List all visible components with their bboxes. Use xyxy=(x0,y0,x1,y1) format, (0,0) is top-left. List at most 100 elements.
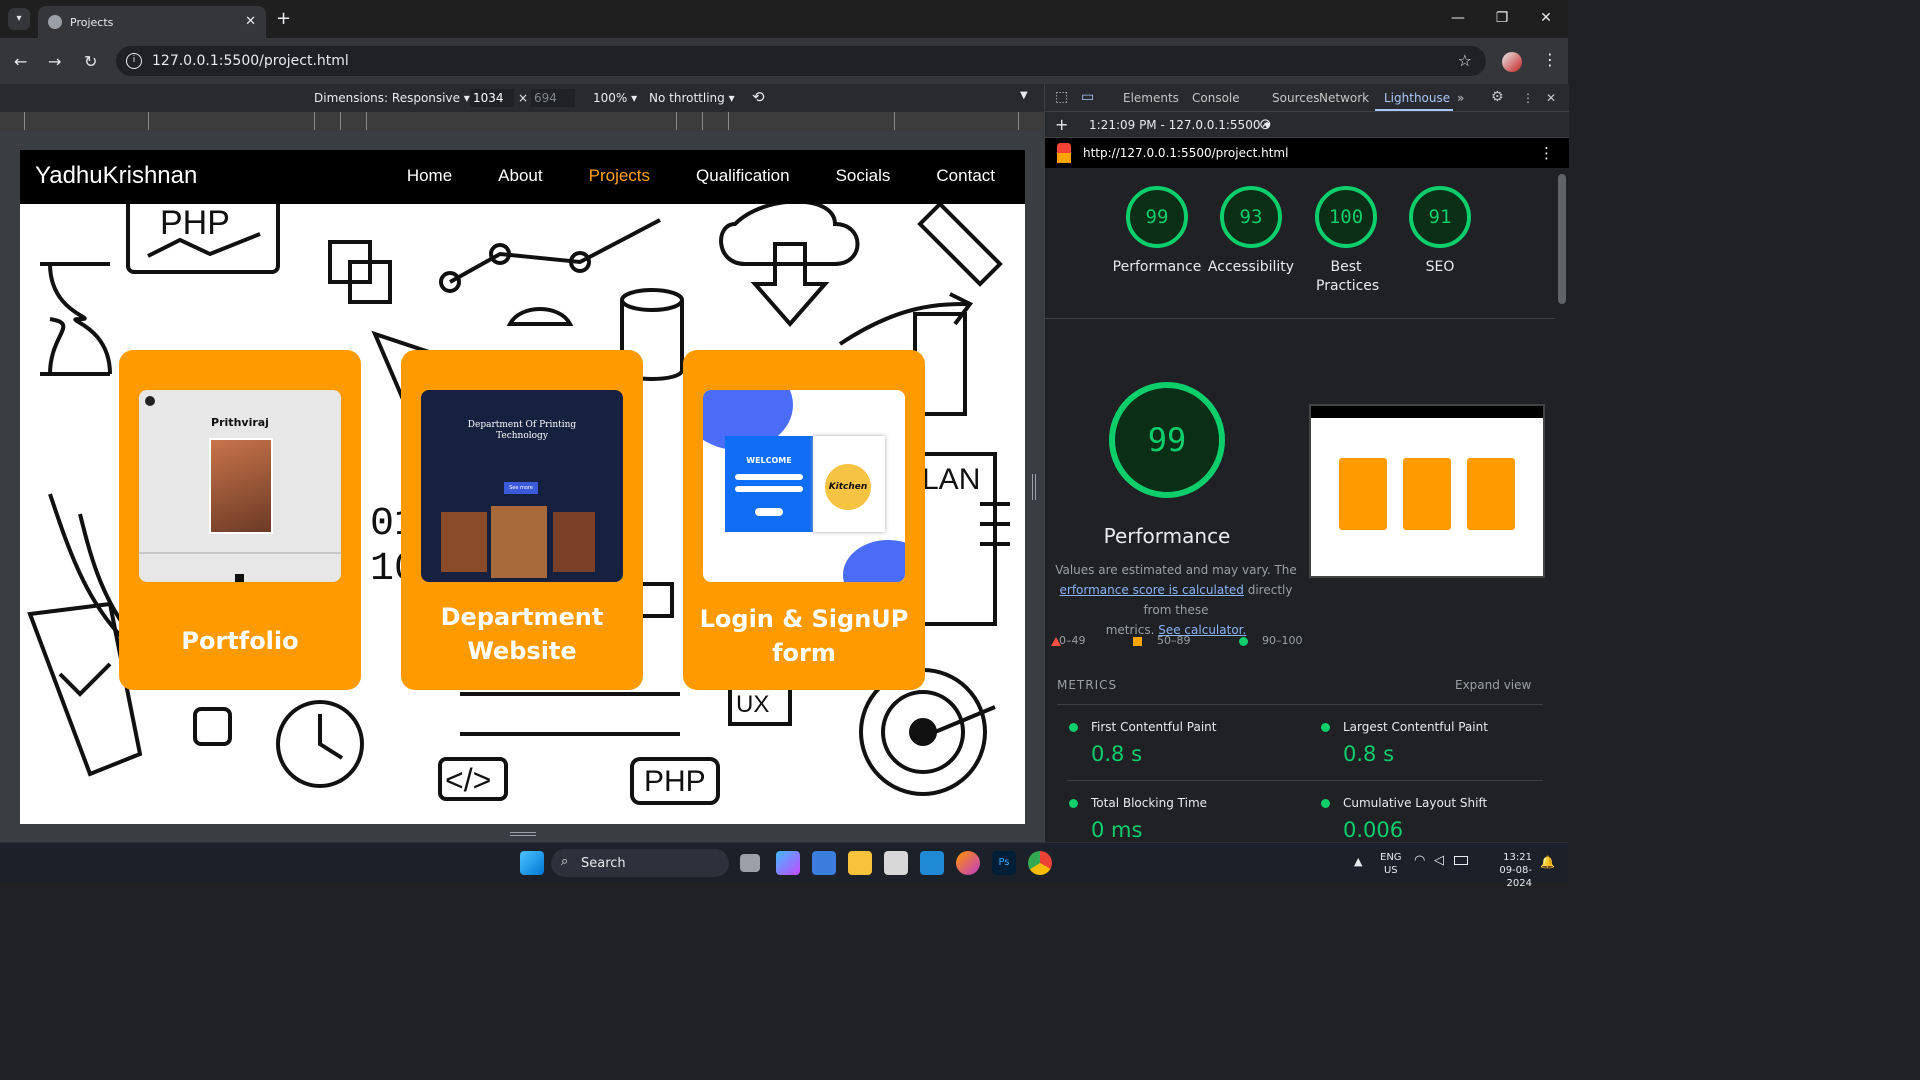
score-calculated-link[interactable]: erformance score is calculated xyxy=(1060,583,1244,597)
taskbar-search[interactable]: ⌕ Search xyxy=(551,849,729,877)
doodle-php-top: PHP xyxy=(160,204,230,242)
expand-view-toggle[interactable]: Expand view xyxy=(1455,678,1531,692)
store-icon[interactable] xyxy=(812,851,836,875)
doodle-php-bottom: PHP xyxy=(644,765,706,798)
new-tab-button[interactable]: + xyxy=(276,8,291,29)
back-icon[interactable]: ← xyxy=(14,52,27,71)
task-view-icon[interactable] xyxy=(740,854,760,872)
devtools-menu-icon[interactable]: ⋮ xyxy=(1522,91,1534,105)
zoom-select[interactable]: 100% ▾ xyxy=(593,91,637,105)
report-url[interactable]: http://127.0.0.1:5500/project.html xyxy=(1083,146,1288,160)
metric-cls: Cumulative Layout Shift 0.006 xyxy=(1319,796,1539,842)
restore-button[interactable]: ❐ xyxy=(1492,10,1512,26)
throttling-select[interactable]: No throttling ▾ xyxy=(649,91,735,105)
reload-icon[interactable]: ↻ xyxy=(84,52,97,71)
tab-search-button[interactable]: ▾ xyxy=(8,8,30,30)
tab-network[interactable]: Network xyxy=(1319,91,1369,105)
browser-menu-icon[interactable]: ⋮ xyxy=(1542,50,1558,69)
nav-about[interactable]: About xyxy=(498,166,542,186)
report-selector[interactable]: 1:21:09 PM - 127.0.0.1:5500 ▾ xyxy=(1089,118,1270,132)
nav-qualification[interactable]: Qualification xyxy=(696,166,790,186)
metric-value: 0.8 s xyxy=(1343,742,1395,766)
metric-name: Total Blocking Time xyxy=(1067,796,1287,810)
tab-console[interactable]: Console xyxy=(1192,91,1240,105)
copilot-icon[interactable] xyxy=(776,851,800,875)
final-screenshot[interactable] xyxy=(1309,404,1545,578)
metric-lcp: Largest Contentful Paint 0.8 s xyxy=(1319,720,1539,766)
gauge-performance[interactable]: 99 Performance xyxy=(1112,186,1202,277)
nav-home[interactable]: Home xyxy=(407,166,452,186)
close-window-button[interactable]: ✕ xyxy=(1536,10,1556,26)
resize-handle-bottom[interactable] xyxy=(510,832,536,836)
department-thumb-button: See more xyxy=(504,482,538,494)
language-indicator[interactable]: ENG US xyxy=(1380,851,1402,877)
more-tabs-icon[interactable]: » xyxy=(1457,91,1464,105)
building-photo-3 xyxy=(553,512,595,572)
score-ring: 93 xyxy=(1220,186,1282,248)
project-card-department[interactable]: Department Of Printing Technology See mo… xyxy=(401,350,643,690)
dimensions-select[interactable]: Dimensions: Responsive ▾ xyxy=(314,91,470,105)
gauge-best-practices[interactable]: 100 Best Practices xyxy=(1301,186,1391,296)
gauge-accessibility[interactable]: 93 Accessibility xyxy=(1206,186,1296,277)
start-icon[interactable] xyxy=(520,851,544,875)
width-input[interactable]: 1034 xyxy=(470,89,514,107)
windows-taskbar: ⌕ Search Ps ▲ ENG US ◠ ◁ 13:21 09-08-202… xyxy=(0,842,1568,889)
rotate-icon[interactable]: ⟲ xyxy=(752,88,765,106)
note-text-3: metrics. xyxy=(1105,623,1155,637)
nav-socials[interactable]: Socials xyxy=(836,166,891,186)
new-report-icon[interactable]: + xyxy=(1055,115,1068,134)
nav-contact[interactable]: Contact xyxy=(936,166,995,186)
close-tab-icon[interactable]: ✕ xyxy=(245,14,256,29)
note-text-1: Values are estimated and may vary. The xyxy=(1055,563,1297,577)
chrome-icon[interactable] xyxy=(1028,851,1052,875)
report-scrollbar[interactable] xyxy=(1555,168,1569,842)
photoshop-icon[interactable]: Ps xyxy=(992,851,1016,875)
gauge-label: Accessibility xyxy=(1207,259,1295,275)
site-brand[interactable]: YadhuKrishnan xyxy=(35,162,197,190)
device-toggle-icon[interactable]: ▭ xyxy=(1081,89,1094,105)
file-explorer-icon[interactable] xyxy=(848,851,872,875)
unity-icon[interactable] xyxy=(884,851,908,875)
login-thumbnail: WELCOME Kitchen xyxy=(703,390,905,582)
address-bar[interactable]: i 127.0.0.1:5500/project.html ☆ xyxy=(116,46,1486,76)
clear-reports-icon[interactable]: ⊘ xyxy=(1259,115,1272,133)
tab-lighthouse[interactable]: Lighthouse xyxy=(1384,91,1450,105)
scrollbar-thumb[interactable] xyxy=(1558,174,1566,304)
project-card-login[interactable]: WELCOME Kitchen Login & SignUP form xyxy=(683,350,925,690)
height-input[interactable]: 694 xyxy=(531,89,575,107)
bookmark-star-icon[interactable]: ☆ xyxy=(1458,51,1472,70)
resize-handle-right[interactable] xyxy=(1032,474,1036,500)
gauge-seo[interactable]: 91 SEO xyxy=(1395,186,1485,277)
site-info-icon[interactable]: i xyxy=(126,53,142,69)
tab-sources[interactable]: Sources xyxy=(1272,91,1319,105)
firefox-icon[interactable] xyxy=(956,851,980,875)
volume-icon[interactable]: ◁ xyxy=(1434,853,1444,868)
notification-bell-icon[interactable]: 🔔 xyxy=(1540,855,1555,869)
forward-icon[interactable]: → xyxy=(48,52,61,71)
site-nav: Home About Projects Qualification Social… xyxy=(361,166,995,186)
media-query-ruler[interactable] xyxy=(0,112,1044,130)
gauge-label: Best Practices xyxy=(1316,259,1380,294)
globe-icon xyxy=(48,15,62,29)
doodle-code-tag: </> xyxy=(445,762,491,798)
settings-gear-icon[interactable]: ⚙ xyxy=(1491,89,1504,105)
tab-elements[interactable]: Elements xyxy=(1123,91,1179,105)
clock[interactable]: 13:21 09-08-2024 xyxy=(1480,851,1532,890)
project-card-portfolio[interactable]: Prithviraj Portfolio xyxy=(119,350,361,690)
minimize-button[interactable]: — xyxy=(1448,10,1468,26)
report-selector-label: 1:21:09 PM - 127.0.0.1:5500 xyxy=(1089,118,1261,132)
close-devtools-icon[interactable]: ✕ xyxy=(1546,91,1556,105)
device-more-icon[interactable]: ▼ xyxy=(1020,90,1028,101)
legend-average: 50–89 xyxy=(1157,634,1191,647)
wifi-icon[interactable]: ◠ xyxy=(1414,853,1425,868)
tray-overflow-icon[interactable]: ▲ xyxy=(1354,855,1362,868)
devtools-tabbar: ⬚ ▭ Elements Console Sources Network Lig… xyxy=(1045,84,1569,112)
metrics-divider xyxy=(1057,704,1543,705)
nav-projects[interactable]: Projects xyxy=(589,166,650,186)
report-menu-icon[interactable]: ⋮ xyxy=(1539,144,1554,162)
browser-tab[interactable]: Projects ✕ xyxy=(38,6,266,38)
battery-icon[interactable] xyxy=(1454,856,1468,865)
inspect-element-icon[interactable]: ⬚ xyxy=(1055,89,1068,105)
vscode-icon[interactable] xyxy=(920,851,944,875)
profile-avatar[interactable] xyxy=(1502,52,1522,72)
